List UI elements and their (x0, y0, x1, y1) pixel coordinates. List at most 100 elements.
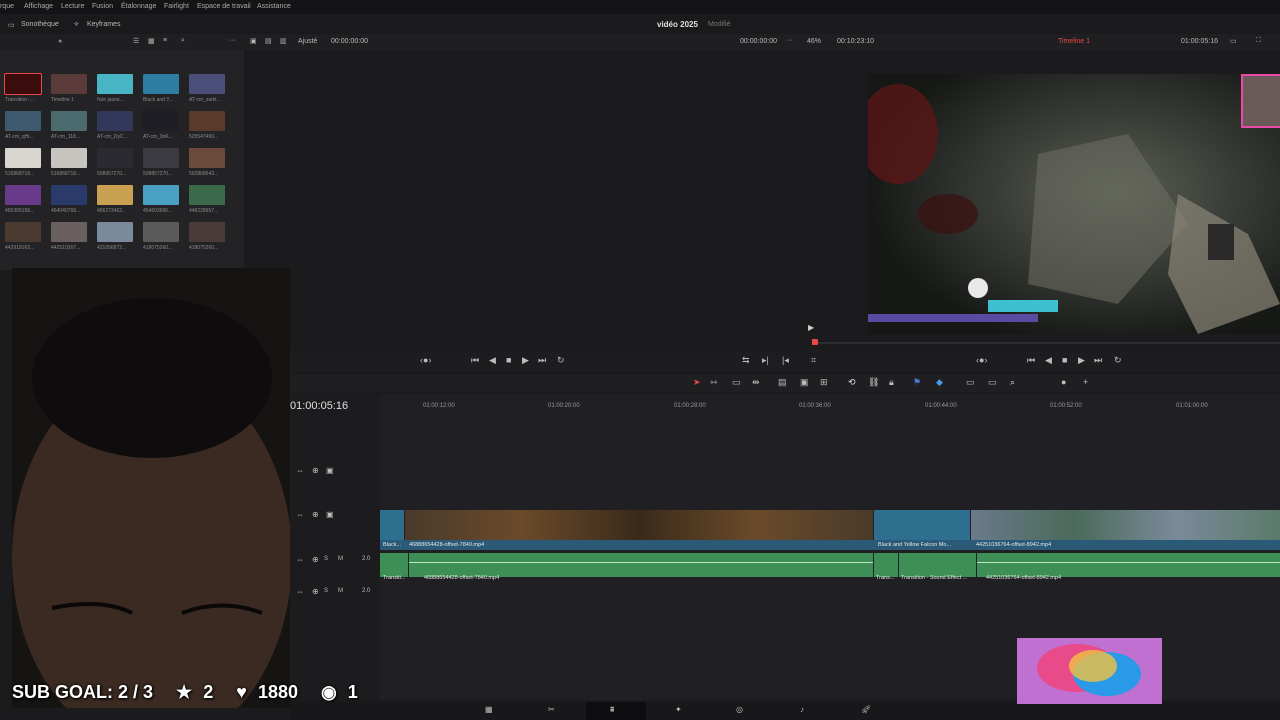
media-thumbnail[interactable] (5, 111, 41, 131)
flag-icon[interactable]: ⚑ (913, 377, 921, 388)
audio-clip[interactable] (874, 553, 898, 577)
track-a2-lock-icon[interactable]: ⊕ (312, 587, 319, 596)
media-thumbnail[interactable] (189, 185, 225, 205)
viewer-options-icon[interactable]: ▭ (1230, 37, 1237, 45)
blade-tool-icon[interactable]: ▭ (732, 377, 741, 388)
more-options-2-icon[interactable]: ··· (786, 37, 793, 44)
media-thumbnail[interactable] (4, 73, 42, 95)
play-icon[interactable]: ▶ (522, 355, 529, 366)
program-scrubber[interactable] (812, 342, 1280, 344)
library-button[interactable]: Sonothèque (21, 21, 59, 28)
zoom-detail-icon[interactable]: ▭ (988, 377, 997, 388)
track-v3-lock-icon[interactable]: ⊕ (312, 466, 319, 475)
stop-icon[interactable]: ■ (506, 355, 511, 365)
link-icon[interactable]: ⛓ (868, 377, 879, 388)
media-thumbnail[interactable] (189, 111, 225, 131)
media-thumbnail[interactable] (189, 222, 225, 242)
list-view-icon[interactable]: ☰ (133, 37, 139, 45)
viewer-mode-2-icon[interactable]: ▤ (265, 37, 272, 45)
media-thumbnail[interactable] (51, 222, 87, 242)
skip-end-icon[interactable]: ⏭ (538, 355, 546, 366)
edit-page-icon[interactable]: ⩩ (610, 705, 614, 715)
fit-dropdown[interactable]: Ajusté (298, 38, 317, 45)
media-thumbnail[interactable] (189, 148, 225, 168)
lock-icon[interactable]: 🔒︎ (889, 377, 894, 388)
audio-clip[interactable] (899, 553, 976, 577)
play-reverse-icon[interactable]: ◀ (489, 355, 496, 366)
media-thumbnail[interactable] (143, 111, 179, 131)
media-thumbnail[interactable] (5, 185, 41, 205)
track-a1-lock-icon[interactable]: ⊕ (312, 555, 319, 564)
skip-start-icon[interactable]: ⏮ (471, 355, 479, 366)
match-frame-icon[interactable]: ⇆ (742, 355, 750, 366)
keyframes-button[interactable]: Keyframes (87, 21, 120, 28)
play-reverse-2-icon[interactable]: ◀ (1045, 355, 1052, 366)
media-thumbnail[interactable] (97, 222, 133, 242)
tab-montage-active[interactable] (586, 702, 646, 720)
grid-view-icon[interactable]: ▦ (148, 37, 155, 45)
loop-2-icon[interactable]: ↻ (1114, 355, 1122, 366)
zoom-slider-knob-icon[interactable]: ● (1061, 377, 1066, 387)
fullscreen-icon[interactable]: ⛶ (1256, 37, 1261, 45)
media-thumbnail[interactable] (97, 111, 133, 131)
track-a1-solo[interactable]: S (324, 556, 328, 562)
menu-item-espace-de-travail[interactable]: Espace de travail (197, 3, 251, 10)
audio-clip[interactable] (409, 553, 873, 577)
jog-2-icon[interactable]: ‹●› (976, 355, 987, 365)
media-thumbnail[interactable] (97, 185, 133, 205)
track-v1-auto-icon[interactable]: ⇔ (296, 510, 304, 519)
media-thumbnail[interactable] (189, 74, 225, 94)
zoom-in-icon[interactable]: + (1083, 377, 1088, 387)
search-icon[interactable]: ⌕ (181, 37, 185, 45)
track-v1-monitor-icon[interactable]: ▣ (326, 510, 334, 519)
media-thumbnail[interactable] (5, 148, 41, 168)
track-a2-solo[interactable]: S (324, 588, 328, 594)
fusion-page-icon[interactable]: ✦ (675, 705, 682, 714)
marker-icon[interactable]: ◆ (936, 377, 943, 388)
audio-clip[interactable] (380, 553, 408, 577)
jog-icon[interactable]: ‹●› (420, 355, 431, 365)
stop-2-icon[interactable]: ■ (1062, 355, 1067, 365)
transform-icon[interactable]: ⌗ (811, 355, 816, 366)
color-page-icon[interactable]: ◎ (736, 705, 743, 714)
dynamic-trim-icon[interactable]: ⇹ (752, 377, 760, 388)
selection-tool-icon[interactable]: ➤ (693, 377, 701, 388)
menu-item-assistance[interactable]: Assistance (257, 3, 291, 10)
timeline-name[interactable]: Timeline 1 (1058, 38, 1090, 45)
media-page-icon[interactable]: ▦ (485, 705, 493, 714)
replace-icon[interactable]: ⊞ (820, 377, 828, 388)
prev-frame-icon[interactable]: |◂ (782, 355, 789, 366)
trim-tool-icon[interactable]: ⇿ (710, 377, 718, 388)
track-v3-monitor-icon[interactable]: ▣ (326, 466, 334, 475)
snapping-icon[interactable]: ⟲ (848, 377, 856, 388)
scrubber-playhead[interactable] (812, 339, 818, 345)
zoom-full-icon[interactable]: ▭ (966, 377, 975, 388)
sort-icon[interactable]: ≡ (163, 37, 167, 44)
fairlight-page-icon[interactable]: ♪ (800, 705, 804, 714)
media-thumbnail[interactable] (51, 148, 87, 168)
media-thumbnail[interactable] (143, 74, 179, 94)
viewer-mode-icon[interactable]: ▣ (250, 37, 257, 45)
play-2-icon[interactable]: ▶ (1078, 355, 1085, 366)
menu-item-fairlight[interactable]: Fairlight (164, 3, 189, 10)
track-a1-auto-icon[interactable]: ⇔ (296, 555, 304, 564)
insert-icon[interactable]: ▤ (778, 377, 787, 388)
media-thumbnail[interactable] (51, 111, 87, 131)
zoom-level[interactable]: 46% (807, 38, 821, 45)
deliver-page-icon[interactable]: 🚀︎ (861, 705, 871, 714)
timeline-ruler[interactable]: 01:00:12:00 01:00:20:00 01:00:28:00 01:0… (380, 396, 1280, 412)
menu-item-etalonnage[interactable]: Étalonnage (121, 3, 156, 10)
media-thumbnail[interactable] (143, 148, 179, 168)
zoom-custom-icon[interactable]: ⌕ (1010, 377, 1015, 388)
media-thumbnail[interactable] (97, 148, 133, 168)
track-v1-lock-icon[interactable]: ⊕ (312, 510, 319, 519)
menu-item-fusion[interactable]: Fusion (92, 3, 113, 10)
slider-dot[interactable]: ● (58, 38, 62, 45)
media-thumbnail[interactable] (5, 222, 41, 242)
menu-item-rque[interactable]: rque (0, 3, 14, 10)
media-thumbnail[interactable] (51, 74, 87, 94)
track-v3-auto-icon[interactable]: ⇔ (296, 466, 304, 475)
overwrite-icon[interactable]: ▣ (800, 377, 809, 388)
media-thumbnail[interactable] (143, 185, 179, 205)
cut-page-icon[interactable]: ✂ (548, 705, 555, 714)
